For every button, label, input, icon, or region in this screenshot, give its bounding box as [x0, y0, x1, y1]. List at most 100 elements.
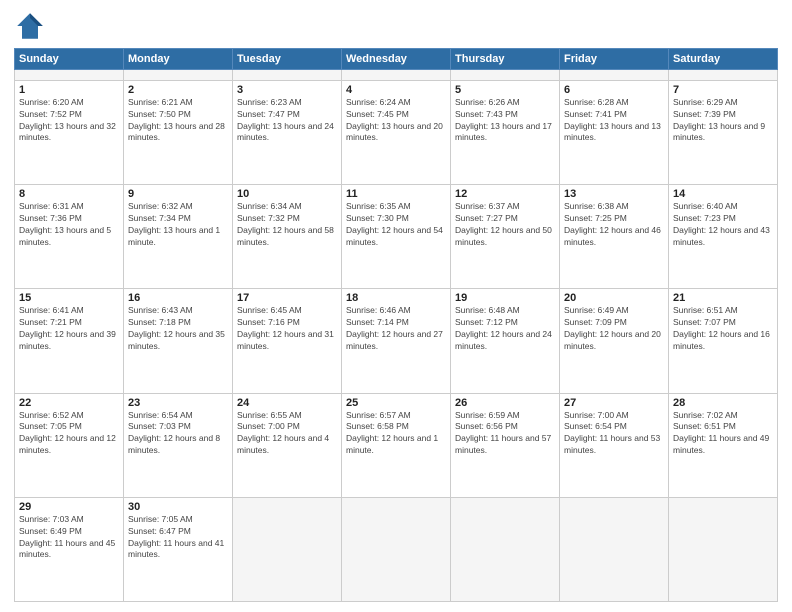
calendar-cell — [451, 70, 560, 81]
logo — [14, 10, 50, 42]
day-number: 2 — [128, 84, 228, 96]
day-info: Sunrise: 6:24 AMSunset: 7:45 PMDaylight:… — [346, 97, 446, 145]
day-number: 20 — [564, 292, 664, 304]
day-info: Sunrise: 6:23 AMSunset: 7:47 PMDaylight:… — [237, 97, 337, 145]
calendar-cell: 28Sunrise: 7:02 AMSunset: 6:51 PMDayligh… — [669, 393, 778, 497]
day-number: 30 — [128, 501, 228, 513]
calendar-cell: 18Sunrise: 6:46 AMSunset: 7:14 PMDayligh… — [342, 289, 451, 393]
header — [14, 10, 778, 42]
calendar-cell: 17Sunrise: 6:45 AMSunset: 7:16 PMDayligh… — [233, 289, 342, 393]
calendar-cell: 10Sunrise: 6:34 AMSunset: 7:32 PMDayligh… — [233, 185, 342, 289]
day-number: 4 — [346, 84, 446, 96]
day-number: 24 — [237, 397, 337, 409]
calendar-cell — [342, 497, 451, 601]
calendar-week-row: 8Sunrise: 6:31 AMSunset: 7:36 PMDaylight… — [15, 185, 778, 289]
calendar-cell: 14Sunrise: 6:40 AMSunset: 7:23 PMDayligh… — [669, 185, 778, 289]
calendar-cell: 9Sunrise: 6:32 AMSunset: 7:34 PMDaylight… — [124, 185, 233, 289]
calendar-cell — [15, 70, 124, 81]
day-number: 11 — [346, 188, 446, 200]
day-number: 28 — [673, 397, 773, 409]
day-info: Sunrise: 6:55 AMSunset: 7:00 PMDaylight:… — [237, 410, 337, 458]
weekday-header: Sunday — [15, 49, 124, 70]
calendar-cell — [560, 70, 669, 81]
weekday-header: Wednesday — [342, 49, 451, 70]
calendar-cell — [560, 497, 669, 601]
day-info: Sunrise: 6:46 AMSunset: 7:14 PMDaylight:… — [346, 305, 446, 353]
day-info: Sunrise: 6:21 AMSunset: 7:50 PMDaylight:… — [128, 97, 228, 145]
calendar-week-row: 15Sunrise: 6:41 AMSunset: 7:21 PMDayligh… — [15, 289, 778, 393]
day-info: Sunrise: 6:31 AMSunset: 7:36 PMDaylight:… — [19, 201, 119, 249]
day-info: Sunrise: 6:34 AMSunset: 7:32 PMDaylight:… — [237, 201, 337, 249]
day-number: 6 — [564, 84, 664, 96]
day-info: Sunrise: 6:29 AMSunset: 7:39 PMDaylight:… — [673, 97, 773, 145]
weekday-header: Friday — [560, 49, 669, 70]
calendar-cell — [233, 497, 342, 601]
weekday-header: Monday — [124, 49, 233, 70]
calendar-cell — [124, 70, 233, 81]
calendar: SundayMondayTuesdayWednesdayThursdayFrid… — [14, 48, 778, 602]
weekday-header: Tuesday — [233, 49, 342, 70]
calendar-cell: 4Sunrise: 6:24 AMSunset: 7:45 PMDaylight… — [342, 80, 451, 184]
day-info: Sunrise: 6:37 AMSunset: 7:27 PMDaylight:… — [455, 201, 555, 249]
day-number: 8 — [19, 188, 119, 200]
calendar-cell: 30Sunrise: 7:05 AMSunset: 6:47 PMDayligh… — [124, 497, 233, 601]
day-number: 15 — [19, 292, 119, 304]
calendar-cell: 26Sunrise: 6:59 AMSunset: 6:56 PMDayligh… — [451, 393, 560, 497]
calendar-cell: 5Sunrise: 6:26 AMSunset: 7:43 PMDaylight… — [451, 80, 560, 184]
day-number: 10 — [237, 188, 337, 200]
day-number: 22 — [19, 397, 119, 409]
day-info: Sunrise: 6:57 AMSunset: 6:58 PMDaylight:… — [346, 410, 446, 458]
weekday-header: Saturday — [669, 49, 778, 70]
day-number: 18 — [346, 292, 446, 304]
day-number: 9 — [128, 188, 228, 200]
day-number: 25 — [346, 397, 446, 409]
day-info: Sunrise: 6:59 AMSunset: 6:56 PMDaylight:… — [455, 410, 555, 458]
calendar-week-row: 22Sunrise: 6:52 AMSunset: 7:05 PMDayligh… — [15, 393, 778, 497]
day-info: Sunrise: 6:20 AMSunset: 7:52 PMDaylight:… — [19, 97, 119, 145]
day-info: Sunrise: 6:28 AMSunset: 7:41 PMDaylight:… — [564, 97, 664, 145]
calendar-cell: 3Sunrise: 6:23 AMSunset: 7:47 PMDaylight… — [233, 80, 342, 184]
day-number: 17 — [237, 292, 337, 304]
calendar-cell: 22Sunrise: 6:52 AMSunset: 7:05 PMDayligh… — [15, 393, 124, 497]
day-number: 26 — [455, 397, 555, 409]
day-number: 19 — [455, 292, 555, 304]
day-info: Sunrise: 6:54 AMSunset: 7:03 PMDaylight:… — [128, 410, 228, 458]
calendar-cell: 2Sunrise: 6:21 AMSunset: 7:50 PMDaylight… — [124, 80, 233, 184]
logo-icon — [14, 10, 46, 42]
calendar-week-row — [15, 70, 778, 81]
day-number: 27 — [564, 397, 664, 409]
calendar-cell — [233, 70, 342, 81]
day-info: Sunrise: 6:38 AMSunset: 7:25 PMDaylight:… — [564, 201, 664, 249]
day-number: 12 — [455, 188, 555, 200]
calendar-cell: 27Sunrise: 7:00 AMSunset: 6:54 PMDayligh… — [560, 393, 669, 497]
day-number: 5 — [455, 84, 555, 96]
day-number: 7 — [673, 84, 773, 96]
calendar-cell: 23Sunrise: 6:54 AMSunset: 7:03 PMDayligh… — [124, 393, 233, 497]
day-info: Sunrise: 7:02 AMSunset: 6:51 PMDaylight:… — [673, 410, 773, 458]
day-info: Sunrise: 6:51 AMSunset: 7:07 PMDaylight:… — [673, 305, 773, 353]
page: SundayMondayTuesdayWednesdayThursdayFrid… — [0, 0, 792, 612]
calendar-cell — [669, 497, 778, 601]
calendar-week-row: 1Sunrise: 6:20 AMSunset: 7:52 PMDaylight… — [15, 80, 778, 184]
calendar-cell: 21Sunrise: 6:51 AMSunset: 7:07 PMDayligh… — [669, 289, 778, 393]
day-info: Sunrise: 6:45 AMSunset: 7:16 PMDaylight:… — [237, 305, 337, 353]
day-info: Sunrise: 6:43 AMSunset: 7:18 PMDaylight:… — [128, 305, 228, 353]
day-info: Sunrise: 6:49 AMSunset: 7:09 PMDaylight:… — [564, 305, 664, 353]
day-number: 16 — [128, 292, 228, 304]
calendar-cell: 8Sunrise: 6:31 AMSunset: 7:36 PMDaylight… — [15, 185, 124, 289]
calendar-cell: 13Sunrise: 6:38 AMSunset: 7:25 PMDayligh… — [560, 185, 669, 289]
calendar-cell: 16Sunrise: 6:43 AMSunset: 7:18 PMDayligh… — [124, 289, 233, 393]
day-number: 13 — [564, 188, 664, 200]
calendar-body: 1Sunrise: 6:20 AMSunset: 7:52 PMDaylight… — [15, 70, 778, 602]
day-info: Sunrise: 6:35 AMSunset: 7:30 PMDaylight:… — [346, 201, 446, 249]
day-number: 14 — [673, 188, 773, 200]
calendar-cell — [669, 70, 778, 81]
calendar-cell: 15Sunrise: 6:41 AMSunset: 7:21 PMDayligh… — [15, 289, 124, 393]
day-info: Sunrise: 7:03 AMSunset: 6:49 PMDaylight:… — [19, 514, 119, 562]
weekday-header: Thursday — [451, 49, 560, 70]
calendar-cell: 24Sunrise: 6:55 AMSunset: 7:00 PMDayligh… — [233, 393, 342, 497]
calendar-cell: 12Sunrise: 6:37 AMSunset: 7:27 PMDayligh… — [451, 185, 560, 289]
day-number: 23 — [128, 397, 228, 409]
day-info: Sunrise: 6:32 AMSunset: 7:34 PMDaylight:… — [128, 201, 228, 249]
day-number: 21 — [673, 292, 773, 304]
